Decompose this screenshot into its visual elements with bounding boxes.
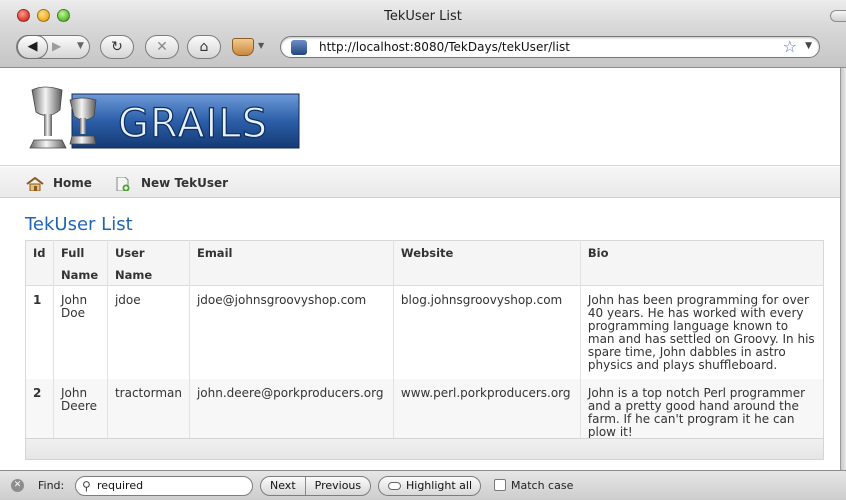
find-previous-button[interactable]: Previous [306, 477, 371, 495]
home-button[interactable]: ⌂ [187, 35, 221, 59]
column-header-email-line2 [189, 263, 394, 286]
nav-home-label: Home [53, 176, 92, 190]
left-arrow-icon: ◀ [27, 39, 38, 54]
find-query[interactable]: required [97, 479, 143, 492]
highlight-all-label: Highlight all [406, 479, 473, 492]
cell-website: www.perl.porkproducers.org [393, 379, 581, 446]
find-next-button[interactable]: Next [261, 477, 305, 495]
stop-button[interactable]: ✕ [145, 35, 179, 59]
tekuser-table: Id Full User Email Website Bio Name Name [25, 240, 825, 446]
column-header-bio-line2 [580, 263, 825, 286]
cell-email: jdoe@johnsgroovyshop.com [189, 285, 394, 379]
new-document-icon [116, 176, 130, 191]
url-dropdown-icon[interactable]: ▼ [805, 41, 812, 51]
home-icon [26, 176, 44, 191]
home-icon: ⌂ [199, 39, 209, 55]
cell-id[interactable]: 2 [25, 379, 54, 446]
scrollbar[interactable] [840, 68, 846, 470]
column-header-website-line2 [393, 263, 581, 286]
highlight-all-button[interactable]: Highlight all [378, 476, 481, 496]
toolbar-toggle-button[interactable] [830, 10, 846, 22]
column-header-full-name[interactable]: Full [53, 240, 108, 263]
cell-full-name: John Doe [53, 285, 108, 379]
nav-new-tekuser-link[interactable]: New TekUser [114, 175, 228, 191]
cell-email: john.deere@porkproducers.org [189, 379, 394, 446]
right-arrow-icon: ▶ [52, 39, 62, 53]
column-header-id-line2 [25, 263, 54, 286]
back-button[interactable]: ◀ [17, 35, 48, 59]
page-content: GRAILS Home New TekUser TekUser List Id … [0, 68, 840, 470]
forward-button[interactable]: ▶ [52, 39, 61, 53]
close-find-bar-icon[interactable]: ✕ [11, 479, 24, 492]
column-header-id[interactable]: Id [25, 240, 54, 263]
address-bar[interactable]: http://localhost:8080/TekDays/tekUser/li… [280, 36, 820, 58]
url-text[interactable]: http://localhost:8080/TekDays/tekUser/li… [319, 40, 570, 54]
find-label: Find: [38, 479, 65, 492]
column-header-email[interactable]: Email [189, 240, 394, 263]
table-row: 2 John Deere tractorman john.deere@porkp… [25, 379, 825, 446]
groovy-mug-icon[interactable] [232, 38, 254, 56]
find-bar: ✕ Find: ⚲ required Next Previous Highlig… [0, 470, 846, 500]
column-header-user-name-line2[interactable]: Name [107, 263, 190, 286]
cell-user-name: tractorman [107, 379, 190, 446]
mug-dropdown-icon[interactable]: ▼ [258, 41, 264, 50]
find-input[interactable]: ⚲ required [75, 476, 253, 496]
nav-new-tekuser-label: New TekUser [141, 176, 229, 190]
reload-icon: ↻ [111, 39, 123, 55]
cell-bio: John has been programming for over 40 ye… [580, 285, 825, 379]
column-header-full-name-line2[interactable]: Name [53, 263, 108, 286]
table-row: 1 John Doe jdoe jdoe@johnsgroovyshop.com… [25, 285, 825, 379]
pagination-bar [25, 438, 824, 460]
table-header-row: Id Full User Email Website Bio [25, 240, 825, 263]
bookmark-star-icon[interactable]: ☆ [783, 37, 797, 56]
table-header-row-2: Name Name [25, 263, 825, 286]
grails-logo[interactable]: GRAILS [26, 86, 300, 152]
page-title: TekUser List [25, 214, 133, 235]
nav-home-link[interactable]: Home [26, 175, 92, 191]
column-header-website[interactable]: Website [393, 240, 581, 263]
highlight-icon [388, 482, 401, 490]
back-forward-group: ◀ ▶ ▼ [16, 35, 90, 59]
nav-bar: Home New TekUser [0, 167, 840, 198]
find-nav-buttons: Next Previous [260, 476, 372, 496]
site-favicon-icon [291, 40, 307, 55]
search-icon: ⚲ [82, 479, 91, 493]
logo-text: GRAILS [118, 101, 268, 147]
browser-window: TekUser List ◀ ▶ ▼ ↻ ✕ ⌂ ▼ http://localh… [0, 0, 846, 500]
match-case-label[interactable]: Match case [511, 479, 573, 492]
cell-bio: John is a top notch Perl programmer and … [580, 379, 825, 446]
reload-button[interactable]: ↻ [100, 35, 134, 59]
browser-toolbar: ◀ ▶ ▼ ↻ ✕ ⌂ ▼ http://localhost:8080/TekD… [0, 28, 846, 68]
history-dropdown-icon[interactable]: ▼ [77, 41, 84, 51]
column-header-user-name[interactable]: User [107, 240, 190, 263]
column-header-bio[interactable]: Bio [580, 240, 825, 263]
cell-id[interactable]: 1 [25, 285, 54, 379]
cell-full-name: John Deere [53, 379, 108, 446]
cell-website: blog.johnsgroovyshop.com [393, 285, 581, 379]
window-title: TekUser List [384, 9, 462, 24]
logo-header: GRAILS [0, 68, 840, 166]
match-case-checkbox[interactable] [494, 479, 506, 491]
cell-user-name: jdoe [107, 285, 190, 379]
stop-icon: ✕ [156, 39, 168, 55]
